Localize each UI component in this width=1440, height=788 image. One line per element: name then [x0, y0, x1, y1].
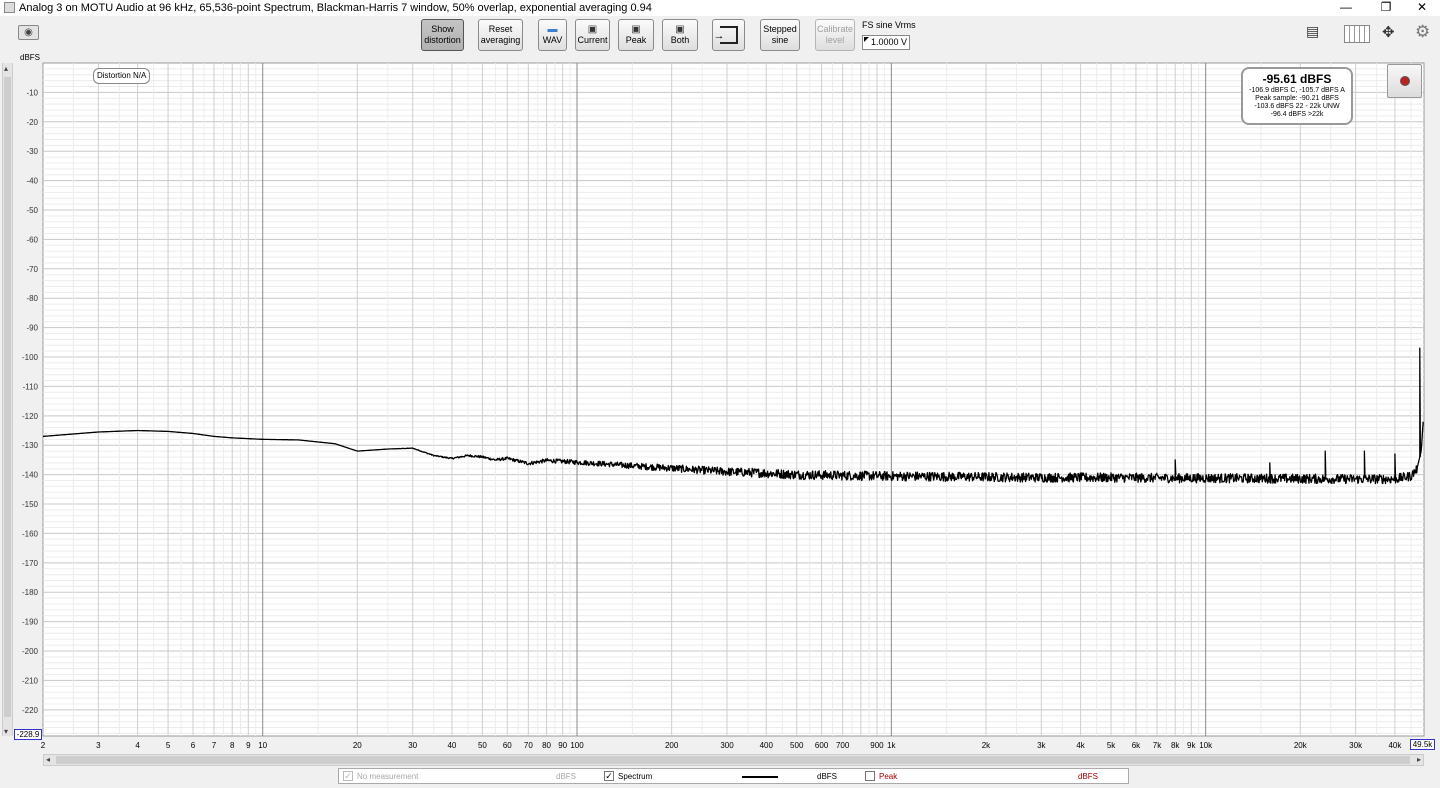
scroll-right-icon[interactable]: ▸: [1417, 755, 1421, 764]
peak-unit: dBFS: [1078, 772, 1099, 781]
no-measurement-label: No measurement: [357, 772, 419, 781]
x-tick-label: 4k: [1076, 741, 1085, 750]
x-tick-label: 3: [96, 741, 101, 750]
y-tick-label: -200: [22, 647, 39, 656]
x-tick-label: 7: [212, 741, 217, 750]
spectrum-unit: dBFS: [817, 772, 838, 781]
x-tick-label: 70: [524, 741, 533, 750]
y-tick-label: -10: [26, 88, 38, 97]
x-max-input[interactable]: 49.5k: [1410, 739, 1435, 750]
readout-line4: -96.4 dBFS >22k: [1270, 111, 1324, 118]
y-tick-label: -110: [23, 382, 39, 391]
spectrum-line-swatch: [742, 776, 778, 778]
y-tick-label: -120: [22, 412, 39, 421]
spectrum-chart[interactable]: -10 -20 -30 -40 -50 -60 -70 -80 -90 -100 -110 -120 -…: [0, 0, 1440, 788]
x-tick-label: 2: [41, 741, 46, 750]
distortion-tag: Distortion N/A: [93, 68, 151, 84]
y-tick-label: -150: [22, 500, 39, 509]
y-tick-label: -130: [22, 441, 39, 450]
no-measurement-unit: dBFS: [556, 772, 577, 781]
y-tick-label: -90: [26, 324, 38, 333]
x-tick-label: 30: [408, 741, 417, 750]
readout-main: -95.61 dBFS: [1262, 72, 1332, 86]
x-tick-label: 5: [166, 741, 171, 750]
x-tick-label: 4: [135, 741, 140, 750]
x-tick-label: 3k: [1037, 741, 1046, 750]
y-tick-label: -60: [26, 235, 38, 244]
y-tick-label: -180: [22, 588, 39, 597]
x-tick-label: 9k: [1187, 741, 1196, 750]
spectrum-label: Spectrum: [618, 772, 653, 781]
x-tick-label: 90: [558, 741, 567, 750]
record-button[interactable]: [1387, 64, 1422, 98]
y-tick-label: -50: [26, 206, 38, 215]
y-tick-label: -100: [22, 353, 39, 362]
x-tick-label: 80: [542, 741, 551, 750]
peak-checkbox[interactable]: [865, 771, 875, 781]
y-tick-label: -40: [26, 177, 38, 186]
x-tick-label: 20: [353, 741, 362, 750]
y-axis-labels: -10 -20 -30 -40 -50 -60 -70 -80 -90 -100 -110 -120 -…: [22, 88, 39, 714]
y-min-input[interactable]: -228.9: [14, 729, 42, 740]
x-tick-label: 7k: [1153, 741, 1162, 750]
scroll-left-icon[interactable]: ◂: [46, 755, 50, 764]
y-tick-label: -210: [22, 676, 39, 685]
x-tick-label: 30k: [1349, 741, 1363, 750]
readout-line2: Peak sample: -90.21 dBFS: [1255, 95, 1339, 102]
peak-label: Peak: [879, 772, 898, 781]
x-tick-label: 400: [760, 741, 774, 750]
x-tick-label: 700: [836, 741, 850, 750]
spectrum-checkbox[interactable]: ✓: [604, 771, 614, 781]
x-tick-label: 10: [258, 741, 267, 750]
y-tick-label: -80: [26, 294, 38, 303]
x-tick-label: 500: [790, 741, 804, 750]
plot-area: [42, 62, 1425, 737]
y-tick-label: -70: [26, 265, 38, 274]
x-tick-label: 10k: [1199, 741, 1213, 750]
x-tick-label: 8: [230, 741, 235, 750]
horizontal-scrollbar[interactable]: ◂ ▸: [43, 754, 1424, 766]
y-tick-label: -160: [22, 529, 39, 538]
x-tick-label: 2k: [982, 741, 991, 750]
y-tick-label: -30: [26, 147, 38, 156]
x-tick-label: 60: [503, 741, 512, 750]
legend: ✓ No measurement dBFS ✓ Spectrum dBFS Pe…: [338, 768, 1129, 784]
level-readout: -95.61 dBFS -106.9 dBFS C, -105.7 dBFS A…: [1241, 67, 1353, 125]
x-tick-label: 20k: [1294, 741, 1308, 750]
y-tick-label: -170: [22, 559, 39, 568]
x-tick-label: 600: [815, 741, 829, 750]
x-axis-labels: 2 3 4 5 6 7 8 9 10 20 30 40 50 60 70 80 90 100 200 300 400 50…: [41, 741, 1403, 750]
x-tick-label: 300: [720, 741, 734, 750]
no-measurement-checkbox[interactable]: ✓: [343, 771, 353, 781]
y-tick-label: -220: [22, 706, 39, 715]
x-tick-label: 200: [665, 741, 679, 750]
x-tick-label: 40: [447, 741, 456, 750]
x-tick-label: 6: [191, 741, 196, 750]
readout-line3: -103.6 dBFS 22 - 22k UNW: [1254, 103, 1340, 110]
x-tick-label: 5k: [1107, 741, 1116, 750]
readout-line1: -106.9 dBFS C, -105.7 dBFS A: [1249, 87, 1345, 94]
y-tick-label: -190: [22, 618, 39, 627]
x-tick-label: 8k: [1171, 741, 1180, 750]
x-tick-label: 100: [570, 741, 584, 750]
x-tick-label: 40k: [1388, 741, 1402, 750]
x-tick-label: 6k: [1132, 741, 1141, 750]
x-tick-label: 9: [246, 741, 251, 750]
x-tick-label: 1k: [887, 741, 896, 750]
y-tick-label: -140: [22, 471, 39, 480]
record-icon: [1400, 76, 1410, 86]
x-tick-label: 900: [870, 741, 884, 750]
horizontal-scroll-thumb[interactable]: [56, 756, 1410, 764]
y-tick-label: -20: [26, 118, 38, 127]
x-tick-label: 50: [478, 741, 487, 750]
